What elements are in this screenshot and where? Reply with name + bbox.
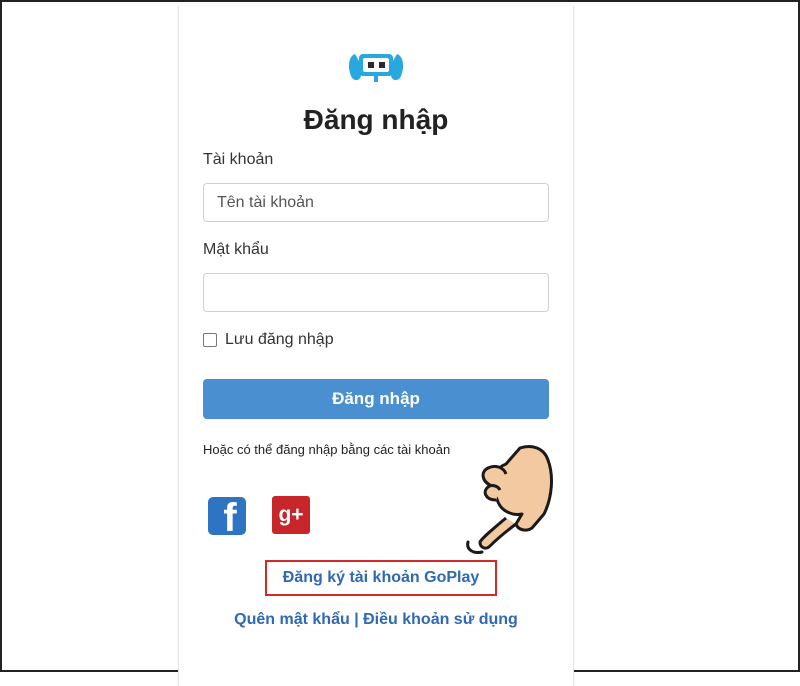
pointing-hand-icon <box>466 445 553 554</box>
username-placeholder: Tên tài khoản <box>217 193 314 211</box>
facebook-icon[interactable]: f <box>208 497 246 535</box>
social-login-prompt: Hoặc có thể đăng nhập bằng các tài khoản <box>203 442 451 457</box>
login-card: Đăng nhập Tài khoản Tên tài khoản Mật kh… <box>178 6 574 686</box>
page-title: Đăng nhập <box>303 104 449 135</box>
password-input[interactable] <box>203 273 549 312</box>
username-input[interactable]: Tên tài khoản <box>203 183 549 222</box>
footer-links: Quên mật khẩu | Điều khoản sử dụng <box>179 611 573 629</box>
facebook-glyph: f <box>223 497 237 535</box>
register-link[interactable]: Đăng ký tài khoản GoPlay <box>265 560 497 596</box>
google-plus-glyph: g+ <box>278 503 304 526</box>
terms-link[interactable]: Điều khoản sử dụng <box>363 611 518 628</box>
forgot-password-link[interactable]: Quên mật khẩu <box>234 611 350 628</box>
remember-checkbox[interactable] <box>203 333 217 347</box>
login-button[interactable]: Đăng nhập <box>203 379 549 419</box>
username-label: Tài khoản <box>203 151 274 168</box>
google-plus-icon[interactable]: g+ <box>272 496 310 534</box>
remember-label: Lưu đăng nhập <box>225 331 334 348</box>
link-separator: | <box>354 611 359 628</box>
password-label: Mật khẩu <box>203 241 269 258</box>
remember-login[interactable]: Lưu đăng nhập <box>203 331 334 349</box>
goplay-logo-icon <box>348 54 404 82</box>
